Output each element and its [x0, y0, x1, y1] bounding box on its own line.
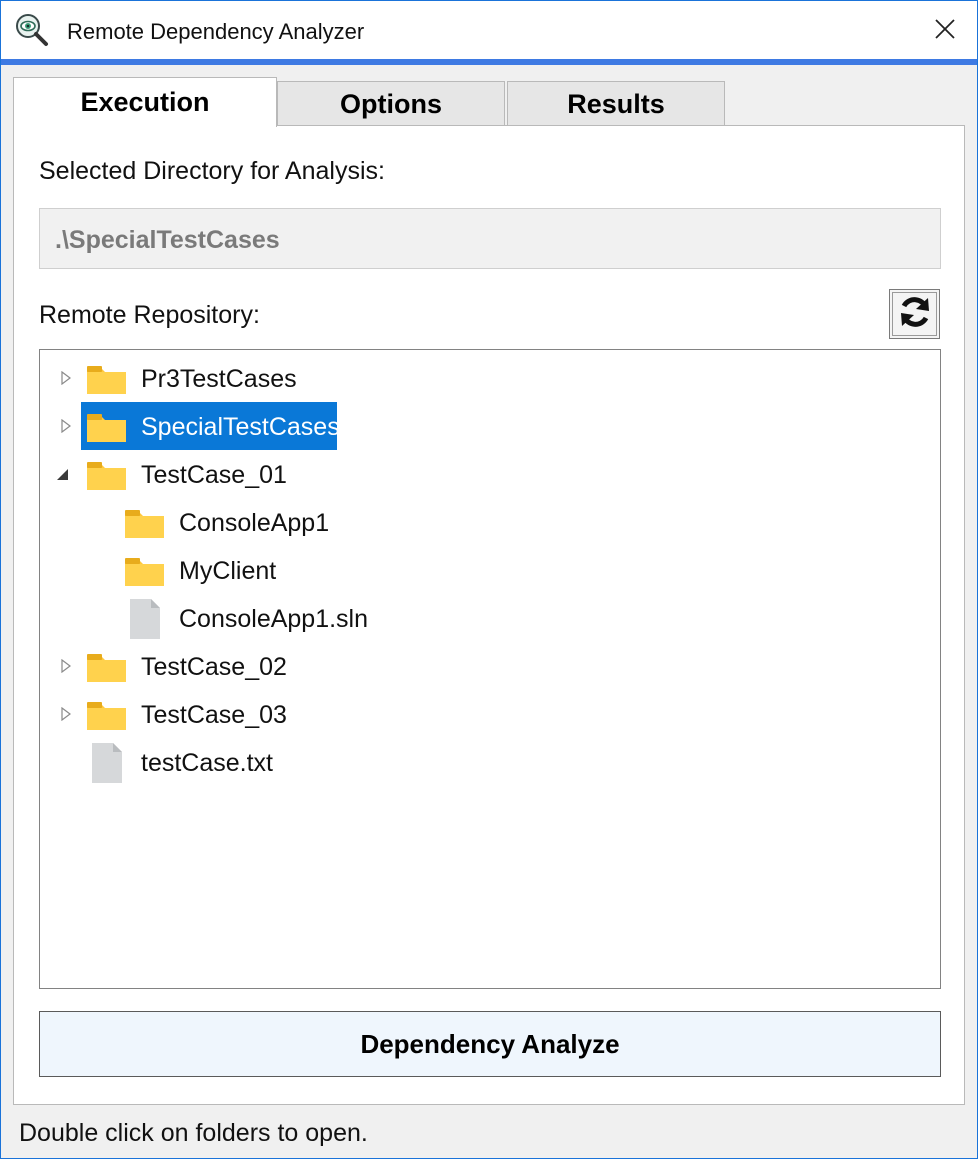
tab-options[interactable]: Options: [277, 81, 505, 127]
selected-directory-label: Selected Directory for Analysis:: [39, 157, 385, 185]
folder-icon: [86, 650, 128, 684]
tree-item-label: TestCase_01: [141, 461, 287, 489]
status-text: Double click on folders to open.: [19, 1119, 368, 1147]
tree-item-testcase-03[interactable]: TestCase_03: [40, 692, 340, 736]
expand-arrow-icon[interactable]: [58, 658, 74, 674]
title-accent-bar: [1, 59, 977, 65]
expand-arrow-icon[interactable]: [58, 370, 74, 386]
folder-icon: [86, 458, 128, 492]
tree-item-myclient[interactable]: MyClient: [40, 548, 380, 592]
expand-arrow-icon[interactable]: [58, 706, 74, 722]
tree-item-label: MyClient: [179, 557, 277, 585]
expand-arrow-icon[interactable]: [58, 418, 74, 434]
folder-icon: [124, 506, 166, 540]
file-icon: [90, 742, 132, 783]
folder-icon: [86, 410, 128, 444]
folder-icon: [86, 362, 128, 396]
collapse-arrow-icon[interactable]: [54, 466, 70, 482]
selected-directory-field[interactable]: .\SpecialTestCases: [39, 208, 941, 269]
refresh-icon: [897, 294, 933, 335]
tree-item-label: TestCase_02: [141, 653, 287, 681]
tree-item-testcase-txt[interactable]: testCase.txt: [40, 740, 340, 784]
tree-item-label: TestCase_03: [141, 701, 287, 729]
folder-icon: [124, 554, 166, 588]
tree-item-label: Pr3TestCases: [141, 365, 297, 393]
tree-item-testcase-01[interactable]: TestCase_01: [40, 452, 340, 496]
refresh-button[interactable]: [889, 289, 940, 339]
app-window: Remote Dependency Analyzer Execution Opt…: [0, 0, 978, 1159]
tree-item-label: ConsoleApp1.sln: [179, 605, 369, 633]
window-title: Remote Dependency Analyzer: [67, 19, 365, 44]
file-icon: [128, 598, 170, 639]
remote-repository-tree[interactable]: Pr3TestCases SpecialTestCases TestCase_0…: [39, 349, 941, 989]
tree-item-consoleapp1[interactable]: ConsoleApp1: [40, 500, 380, 544]
dependency-analyze-button[interactable]: Dependency Analyze: [39, 1011, 941, 1077]
title-bar[interactable]: Remote Dependency Analyzer: [1, 1, 977, 61]
tree-item-label: SpecialTestCases: [141, 413, 340, 441]
tree-item-specialtestcases[interactable]: SpecialTestCases: [40, 404, 340, 448]
tab-execution[interactable]: Execution: [13, 77, 277, 127]
remote-repository-label: Remote Repository:: [39, 301, 260, 329]
close-icon[interactable]: [927, 11, 963, 47]
tab-results[interactable]: Results: [507, 81, 725, 127]
tree-item-consoleapp1-sln[interactable]: ConsoleApp1.sln: [40, 596, 420, 640]
tree-item-label: ConsoleApp1: [179, 509, 330, 537]
tree-item-label: testCase.txt: [141, 749, 273, 777]
tree-item-testcase-02[interactable]: TestCase_02: [40, 644, 340, 688]
magnifier-eye-icon: [15, 13, 49, 47]
folder-icon: [86, 698, 128, 732]
tree-item-pr3testcases[interactable]: Pr3TestCases: [40, 356, 340, 400]
